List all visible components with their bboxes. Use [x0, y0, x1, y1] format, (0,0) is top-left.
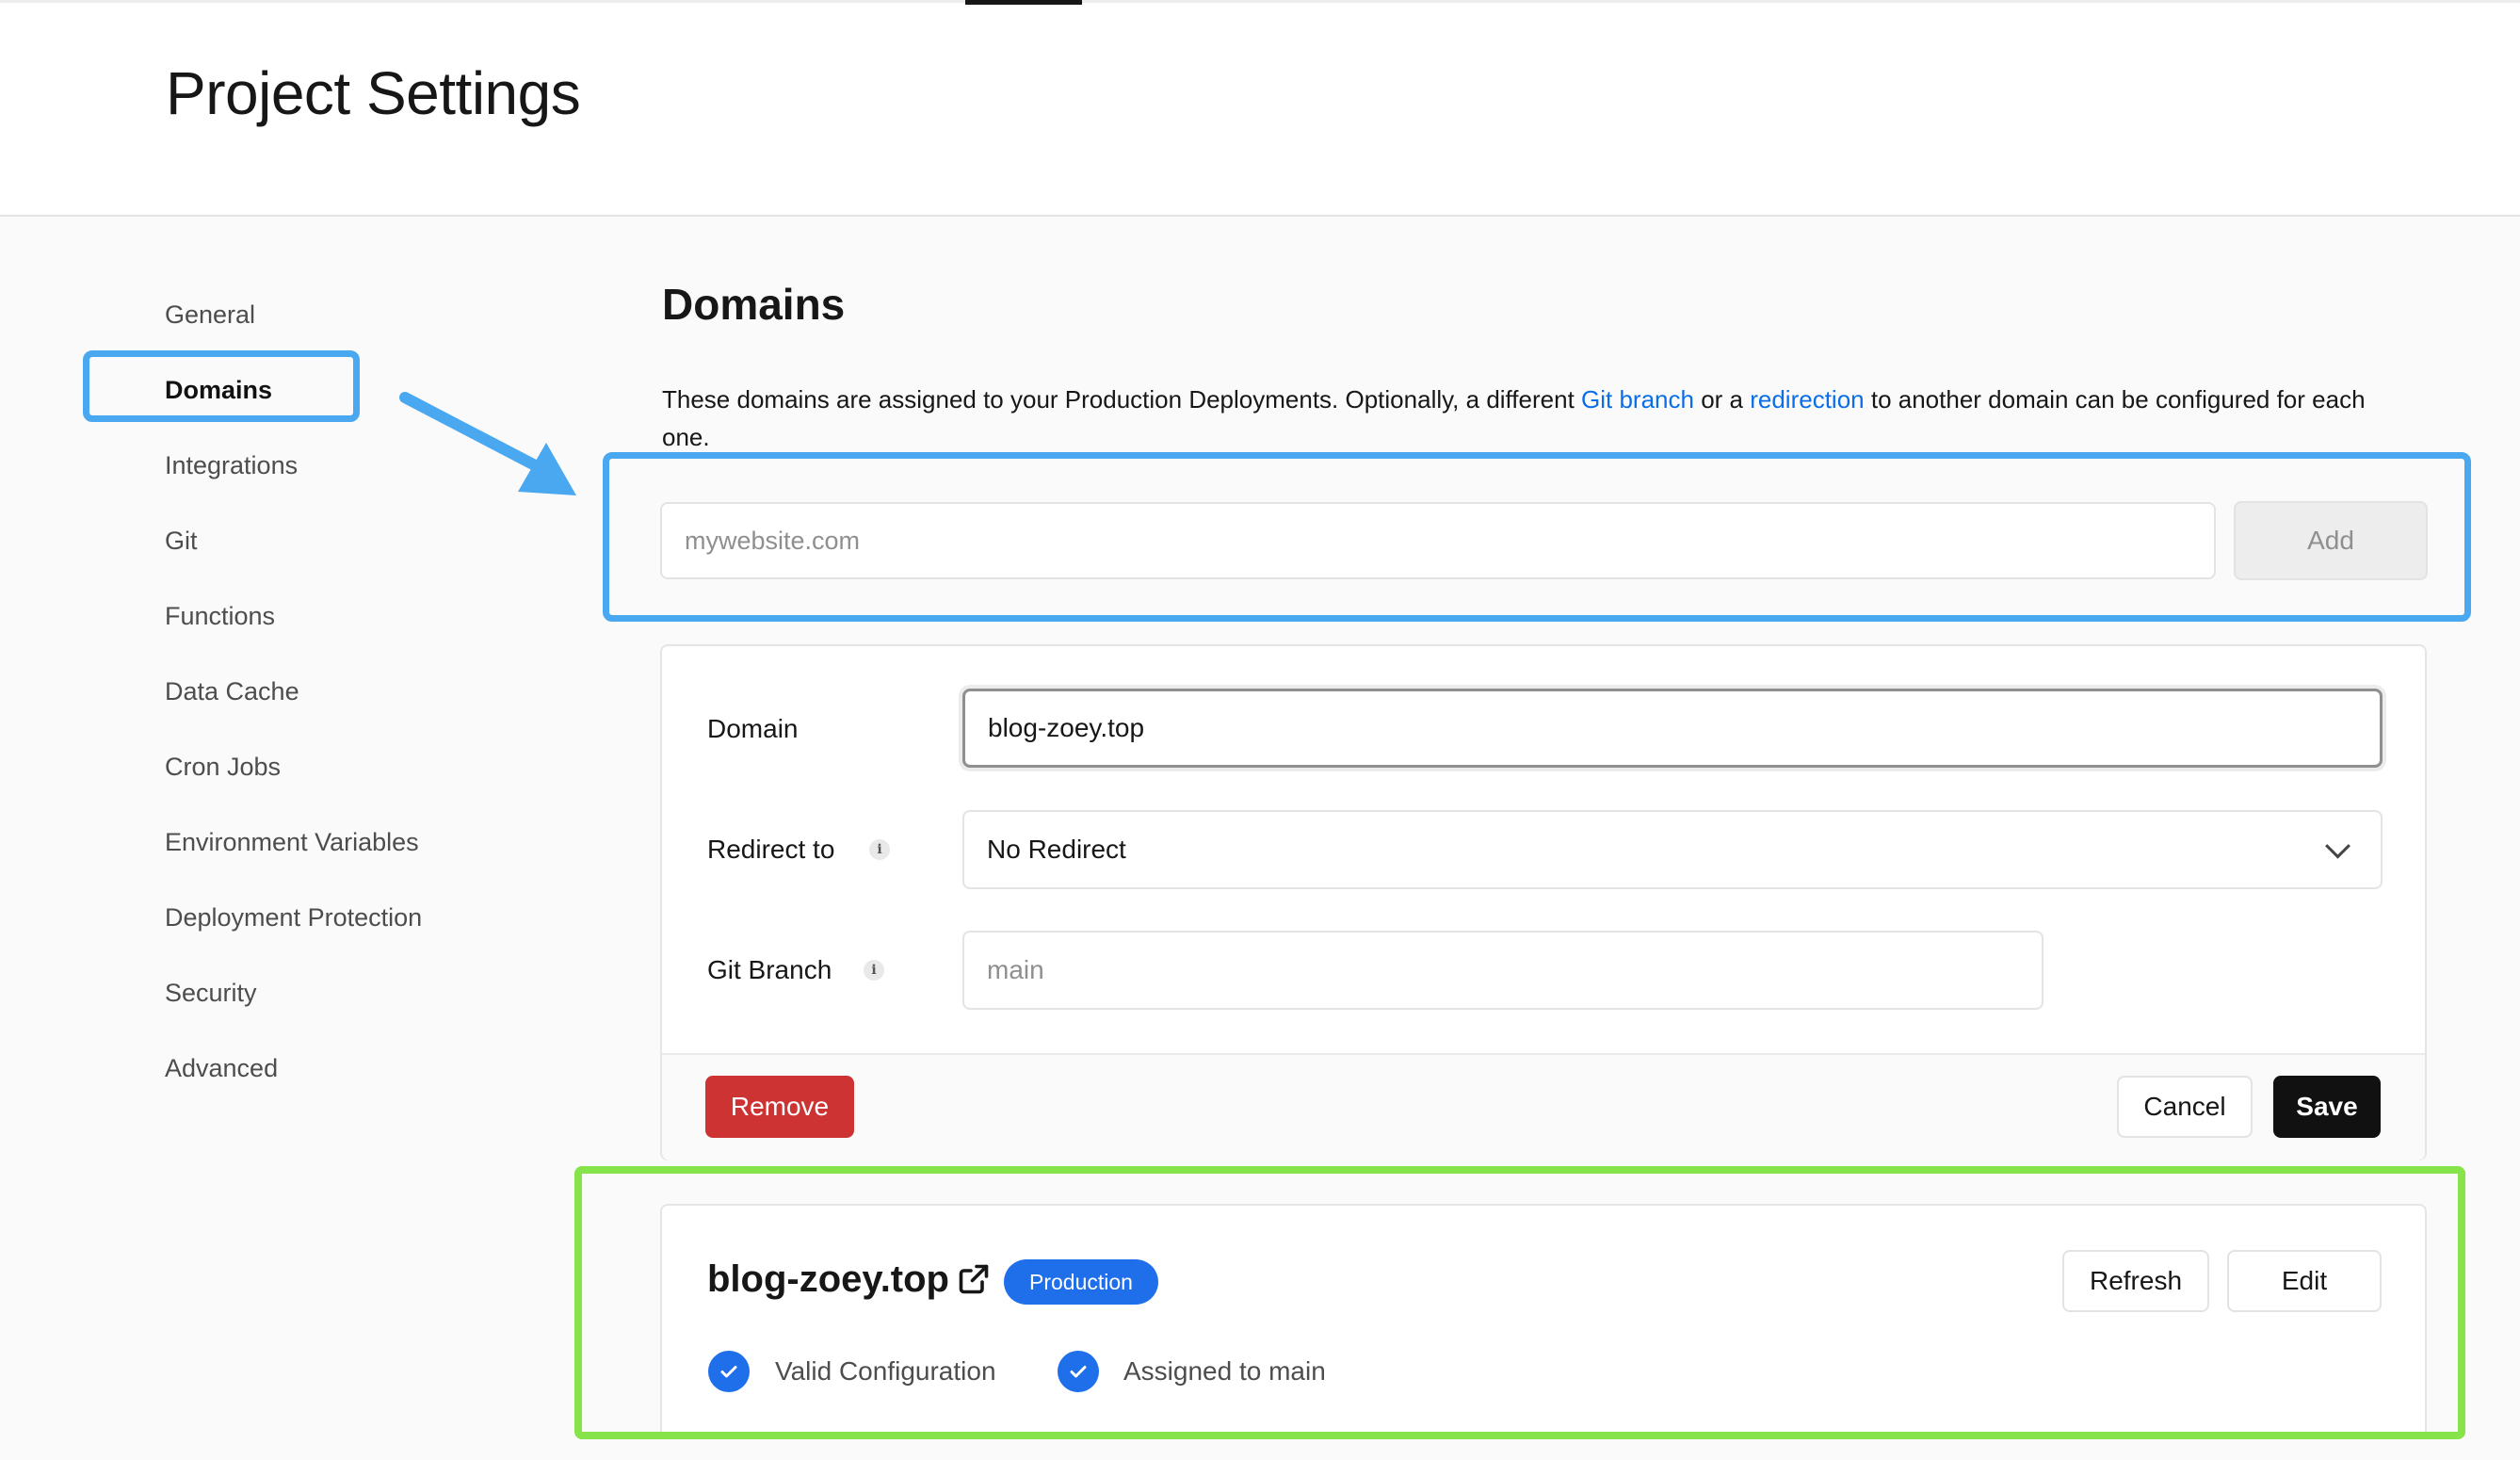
git-branch-placeholder: main — [987, 955, 1044, 984]
redirect-select[interactable]: No Redirect — [962, 810, 2383, 889]
cancel-button[interactable]: Cancel — [2117, 1076, 2253, 1138]
page-header: Project Settings — [0, 0, 2520, 217]
chevron-down-icon — [2325, 833, 2350, 859]
git-branch-input[interactable]: main — [962, 931, 2043, 1010]
domain-field-label: Domain — [707, 714, 799, 743]
save-button[interactable]: Save — [2273, 1076, 2381, 1138]
sidebar-item-deployment-protection[interactable]: Deployment Protection — [165, 899, 422, 936]
sidebar-item-environment-variables[interactable]: Environment Variables — [165, 823, 419, 861]
redirect-select-value: No Redirect — [987, 835, 1126, 864]
remove-button[interactable]: Remove — [705, 1076, 854, 1138]
git-branch-link[interactable]: Git branch — [1581, 385, 1694, 414]
sidebar-item-integrations[interactable]: Integrations — [165, 446, 298, 484]
sidebar-item-advanced[interactable]: Advanced — [165, 1049, 278, 1087]
sidebar-item-functions[interactable]: Functions — [165, 597, 275, 635]
domain-field[interactable]: blog-zoey.top — [962, 689, 2383, 768]
section-description: These domains are assigned to your Produ… — [662, 381, 2414, 456]
top-border — [0, 0, 2520, 3]
sidebar-item-data-cache[interactable]: Data Cache — [165, 673, 299, 710]
sidebar-item-cron-jobs[interactable]: Cron Jobs — [165, 748, 281, 786]
annotation-arrow-icon — [399, 392, 576, 495]
page-title: Project Settings — [166, 59, 581, 127]
active-tab-indicator — [965, 0, 1082, 5]
info-icon[interactable]: i — [864, 960, 884, 981]
sidebar-item-general[interactable]: General — [165, 296, 255, 333]
domain-field-value: blog-zoey.top — [988, 713, 1145, 742]
git-branch-label: Git Branch — [707, 955, 832, 984]
section-title: Domains — [662, 280, 846, 329]
sidebar-item-git[interactable]: Git — [165, 522, 198, 560]
annotation-highlight-add-domain — [603, 452, 2471, 622]
sidebar-item-security[interactable]: Security — [165, 974, 257, 1012]
redirection-link[interactable]: redirection — [1750, 385, 1864, 414]
annotation-highlight-domain-card — [574, 1166, 2465, 1439]
redirect-to-label: Redirect to — [707, 835, 835, 864]
info-icon[interactable]: i — [869, 839, 890, 860]
description-text: These domains are assigned to your Produ… — [662, 385, 1582, 414]
description-text: or a — [1693, 385, 1751, 414]
annotation-highlight-domains — [83, 350, 360, 422]
